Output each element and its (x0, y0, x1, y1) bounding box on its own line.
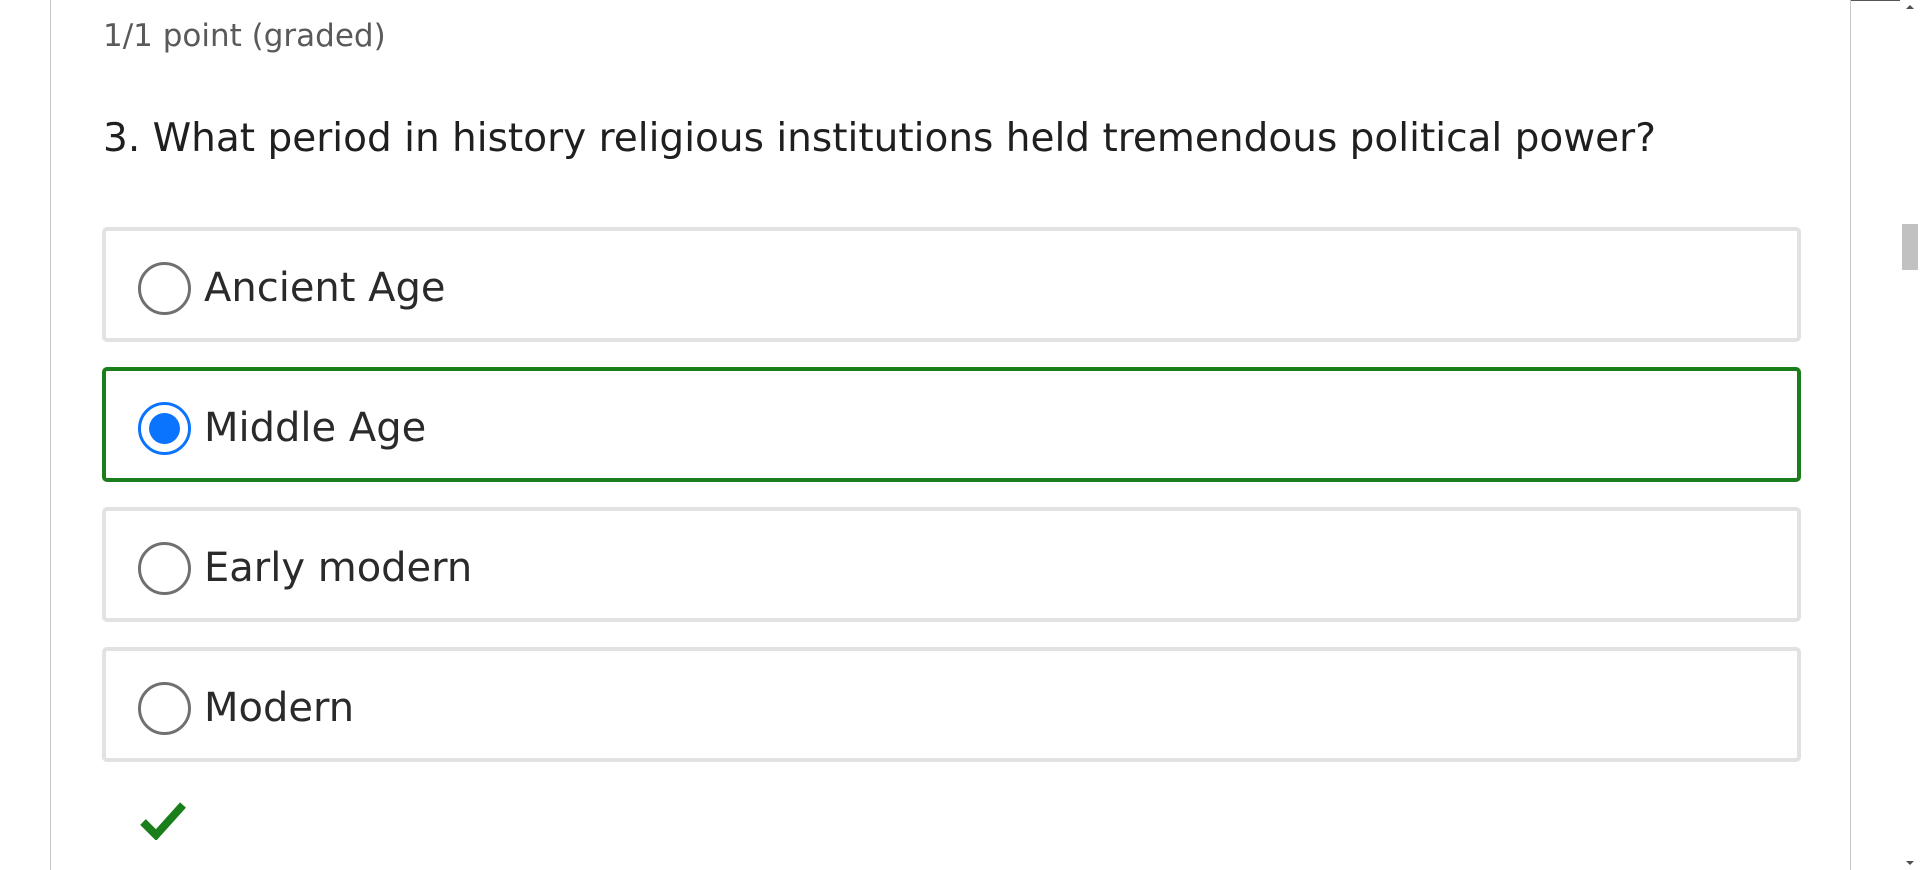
question-text: 3. What period in history religious inst… (103, 116, 1656, 161)
radio-button[interactable] (138, 542, 191, 595)
left-margin (0, 0, 50, 870)
radio-button[interactable] (138, 682, 191, 735)
vertical-scrollbar[interactable] (1900, 0, 1920, 870)
option-modern[interactable]: Modern (102, 647, 1801, 762)
scroll-up-arrow-icon[interactable] (1900, 0, 1920, 14)
option-label: Early modern (204, 545, 473, 591)
radio-button[interactable] (138, 262, 191, 315)
option-early-modern[interactable]: Early modern (102, 507, 1801, 622)
checkmark-icon (140, 802, 186, 840)
points-status: 1/1 point (graded) (103, 18, 386, 54)
option-ancient-age[interactable]: Ancient Age (102, 227, 1801, 342)
scroll-down-arrow-icon[interactable] (1900, 856, 1920, 870)
radio-button-selected[interactable] (138, 402, 191, 455)
scrollbar-thumb[interactable] (1902, 224, 1918, 270)
option-label: Ancient Age (204, 265, 446, 311)
option-middle-age[interactable]: Middle Age (102, 367, 1801, 482)
option-label: Modern (204, 685, 355, 731)
option-label: Middle Age (204, 405, 427, 451)
